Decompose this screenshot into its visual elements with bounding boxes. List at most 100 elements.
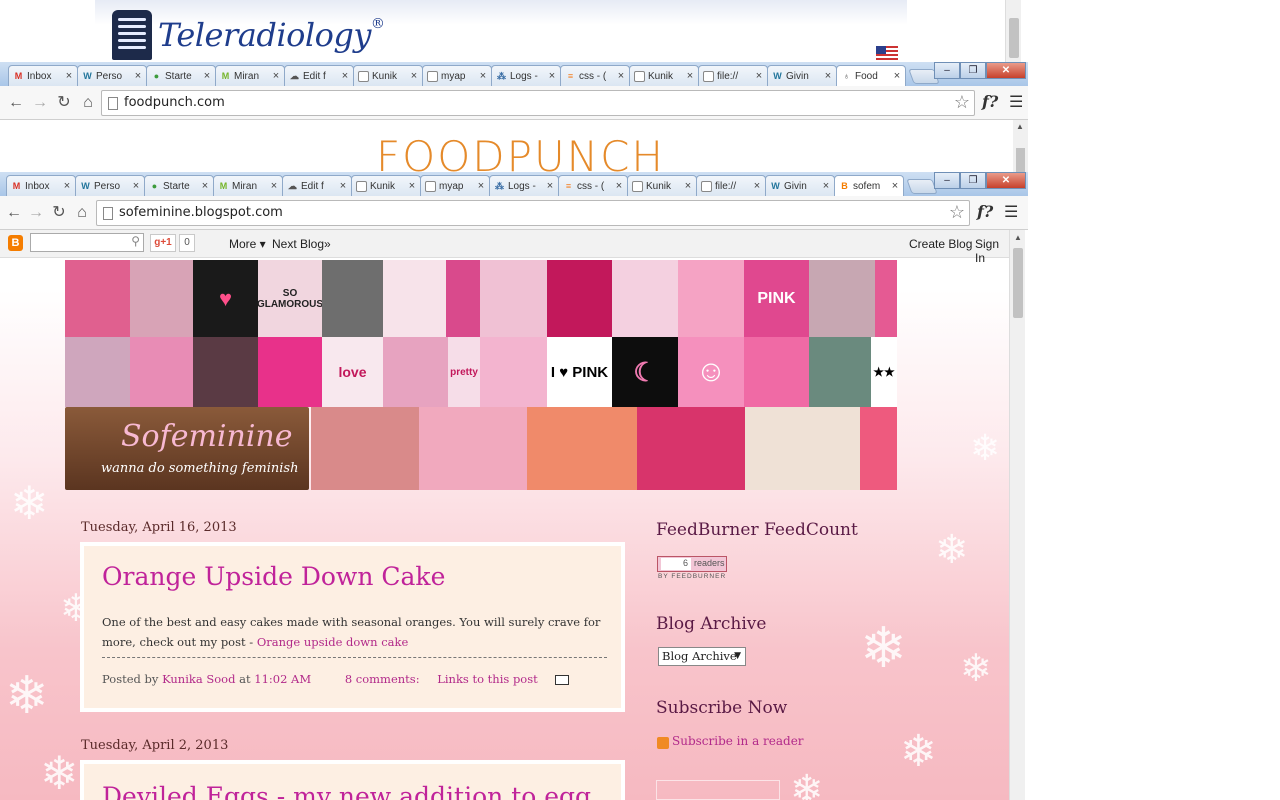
subscribe-link[interactable]: Subscribe in a reader <box>672 734 804 748</box>
back-icon[interactable]: ← <box>6 93 26 113</box>
new-tab-button[interactable] <box>906 179 938 194</box>
tab-close-icon[interactable]: × <box>544 180 556 192</box>
reload-icon[interactable]: ↻ <box>54 93 74 113</box>
tab-close-icon[interactable]: × <box>270 70 282 82</box>
post-time-link[interactable]: 11:02 AM <box>254 672 311 686</box>
tab-close-icon[interactable]: × <box>337 180 349 192</box>
blog-header-collage[interactable]: ♥ SO GLAMOROUS PINK love pretty I ♥ PINK… <box>65 260 897 490</box>
browser-tab[interactable]: ⁂ Logs - × <box>489 175 559 196</box>
google-plus-one-button[interactable]: g+1 <box>150 234 176 252</box>
bookmark-star-icon[interactable]: ☆ <box>949 202 965 223</box>
tab-close-icon[interactable]: × <box>268 180 280 192</box>
browser-tab[interactable]: ● Starte × <box>146 65 216 86</box>
browser-tab[interactable]: W Givin × <box>767 65 837 86</box>
post-title[interactable]: Deviled Eggs - my new addition to egg re… <box>102 782 621 800</box>
tab-close-icon[interactable]: × <box>682 180 694 192</box>
tab-close-icon[interactable]: × <box>132 70 144 82</box>
tab-close-icon[interactable]: × <box>201 70 213 82</box>
sign-in-link[interactable]: Sign In <box>975 237 1009 265</box>
email-post-icon[interactable] <box>555 675 570 685</box>
extension-icon[interactable]: f? <box>977 202 993 221</box>
browser-tab[interactable]: W Givin × <box>765 175 835 196</box>
address-bar[interactable]: sofeminine.blogspot.com ☆ <box>96 200 970 226</box>
post-comments-link[interactable]: 8 comments: <box>345 672 420 686</box>
teleradiology-scrollbar[interactable] <box>1005 0 1021 62</box>
tab-close-icon[interactable]: × <box>753 70 765 82</box>
foodpunch-scrollbar[interactable]: ▲ <box>1013 120 1028 180</box>
browser-tab[interactable]: ⁂ Logs - × <box>491 65 561 86</box>
browser-tab[interactable]: file:// × <box>696 175 766 196</box>
browser-tab[interactable]: M Inbox × <box>8 65 78 86</box>
tab-close-icon[interactable]: × <box>891 70 903 82</box>
browser-tab[interactable]: Bsofem × <box>834 175 904 196</box>
minimize-icon[interactable]: – <box>934 172 960 189</box>
rss-icon[interactable] <box>657 737 669 749</box>
blog-title-banner[interactable]: Sofeminine wanna do something feminish <box>65 407 309 490</box>
browser-tab[interactable]: ● Starte × <box>144 175 214 196</box>
tab-close-icon[interactable]: × <box>408 70 420 82</box>
maximize-icon[interactable]: ❐ <box>960 172 986 189</box>
post-backlinks-link[interactable]: Links to this post <box>437 672 538 686</box>
menu-icon[interactable]: ☰ <box>1004 202 1018 222</box>
address-url[interactable]: foodpunch.com <box>124 95 225 110</box>
bookmark-star-icon[interactable]: ☆ <box>954 92 970 113</box>
close-icon[interactable]: ✕ <box>986 172 1026 189</box>
home-icon[interactable]: ⌂ <box>72 203 92 223</box>
feedburner-badge[interactable]: 6 readers <box>657 556 727 572</box>
tab-close-icon[interactable]: × <box>751 180 763 192</box>
blog-search-input[interactable]: ⚲ <box>30 233 144 252</box>
browser-tab[interactable]: M Miran × <box>213 175 283 196</box>
browser-tab[interactable]: M Inbox × <box>6 175 76 196</box>
post-body-link[interactable]: Orange upside down cake <box>257 635 408 649</box>
tab-close-icon[interactable]: × <box>820 180 832 192</box>
browser-tab[interactable]: W Perso × <box>77 65 147 86</box>
tab-close-icon[interactable]: × <box>63 70 75 82</box>
minimize-icon[interactable]: – <box>934 62 960 79</box>
maximize-icon[interactable]: ❐ <box>960 62 986 79</box>
browser-tab[interactable]: ☁ Edit f × <box>282 175 352 196</box>
tab-close-icon[interactable]: × <box>889 180 901 192</box>
tab-close-icon[interactable]: × <box>475 180 487 192</box>
create-blog-link[interactable]: Create Blog <box>909 237 972 251</box>
post-author-link[interactable]: Kunika Sood <box>162 672 235 686</box>
more-menu[interactable]: More ▾ <box>229 237 266 251</box>
forward-icon[interactable]: → <box>30 93 50 113</box>
close-icon[interactable]: ✕ <box>986 62 1026 79</box>
blog-title[interactable]: Sofeminine <box>121 419 293 454</box>
tab-close-icon[interactable]: × <box>615 70 627 82</box>
post-title[interactable]: Orange Upside Down Cake <box>102 562 445 591</box>
tab-close-icon[interactable]: × <box>339 70 351 82</box>
browser-tab[interactable]: Kunik × <box>629 65 699 86</box>
tab-close-icon[interactable]: × <box>61 180 73 192</box>
browser-tab[interactable]: ☁ Edit f × <box>284 65 354 86</box>
tab-close-icon[interactable]: × <box>406 180 418 192</box>
extension-icon[interactable]: f? <box>982 92 998 111</box>
tab-close-icon[interactable]: × <box>613 180 625 192</box>
teleradiology-logo[interactable]: Teleradiology® <box>112 10 385 62</box>
tab-close-icon[interactable]: × <box>822 70 834 82</box>
browser-tab[interactable]: W Perso × <box>75 175 145 196</box>
browser-tab[interactable]: ≡ css - (× <box>558 175 628 196</box>
tab-close-icon[interactable]: × <box>684 70 696 82</box>
address-bar[interactable]: foodpunch.com ☆ <box>101 90 975 116</box>
blog-archive-select[interactable]: Blog Archive ▼ <box>658 647 746 666</box>
browser-tab[interactable]: myap × <box>422 65 492 86</box>
home-icon[interactable]: ⌂ <box>78 93 98 113</box>
blog-scrollbar[interactable]: ▲ <box>1009 230 1025 800</box>
tab-close-icon[interactable]: × <box>130 180 142 192</box>
browser-tab[interactable]: file:// × <box>698 65 768 86</box>
us-flag-icon[interactable] <box>876 46 898 60</box>
blogger-logo-icon[interactable]: B <box>8 235 23 251</box>
next-blog-link[interactable]: Next Blog» <box>272 237 331 251</box>
browser-tab[interactable]: ≡ css - (× <box>560 65 630 86</box>
browser-tab[interactable]: Kunik × <box>351 175 421 196</box>
menu-icon[interactable]: ☰ <box>1009 92 1023 112</box>
tab-close-icon[interactable]: × <box>546 70 558 82</box>
back-icon[interactable]: ← <box>4 203 24 223</box>
tab-close-icon[interactable]: × <box>199 180 211 192</box>
browser-tab[interactable]: ♁ Food × <box>836 65 906 86</box>
tab-close-icon[interactable]: × <box>477 70 489 82</box>
reload-icon[interactable]: ↻ <box>49 203 69 223</box>
browser-tab[interactable]: Kunik × <box>353 65 423 86</box>
forward-icon[interactable]: → <box>26 203 46 223</box>
